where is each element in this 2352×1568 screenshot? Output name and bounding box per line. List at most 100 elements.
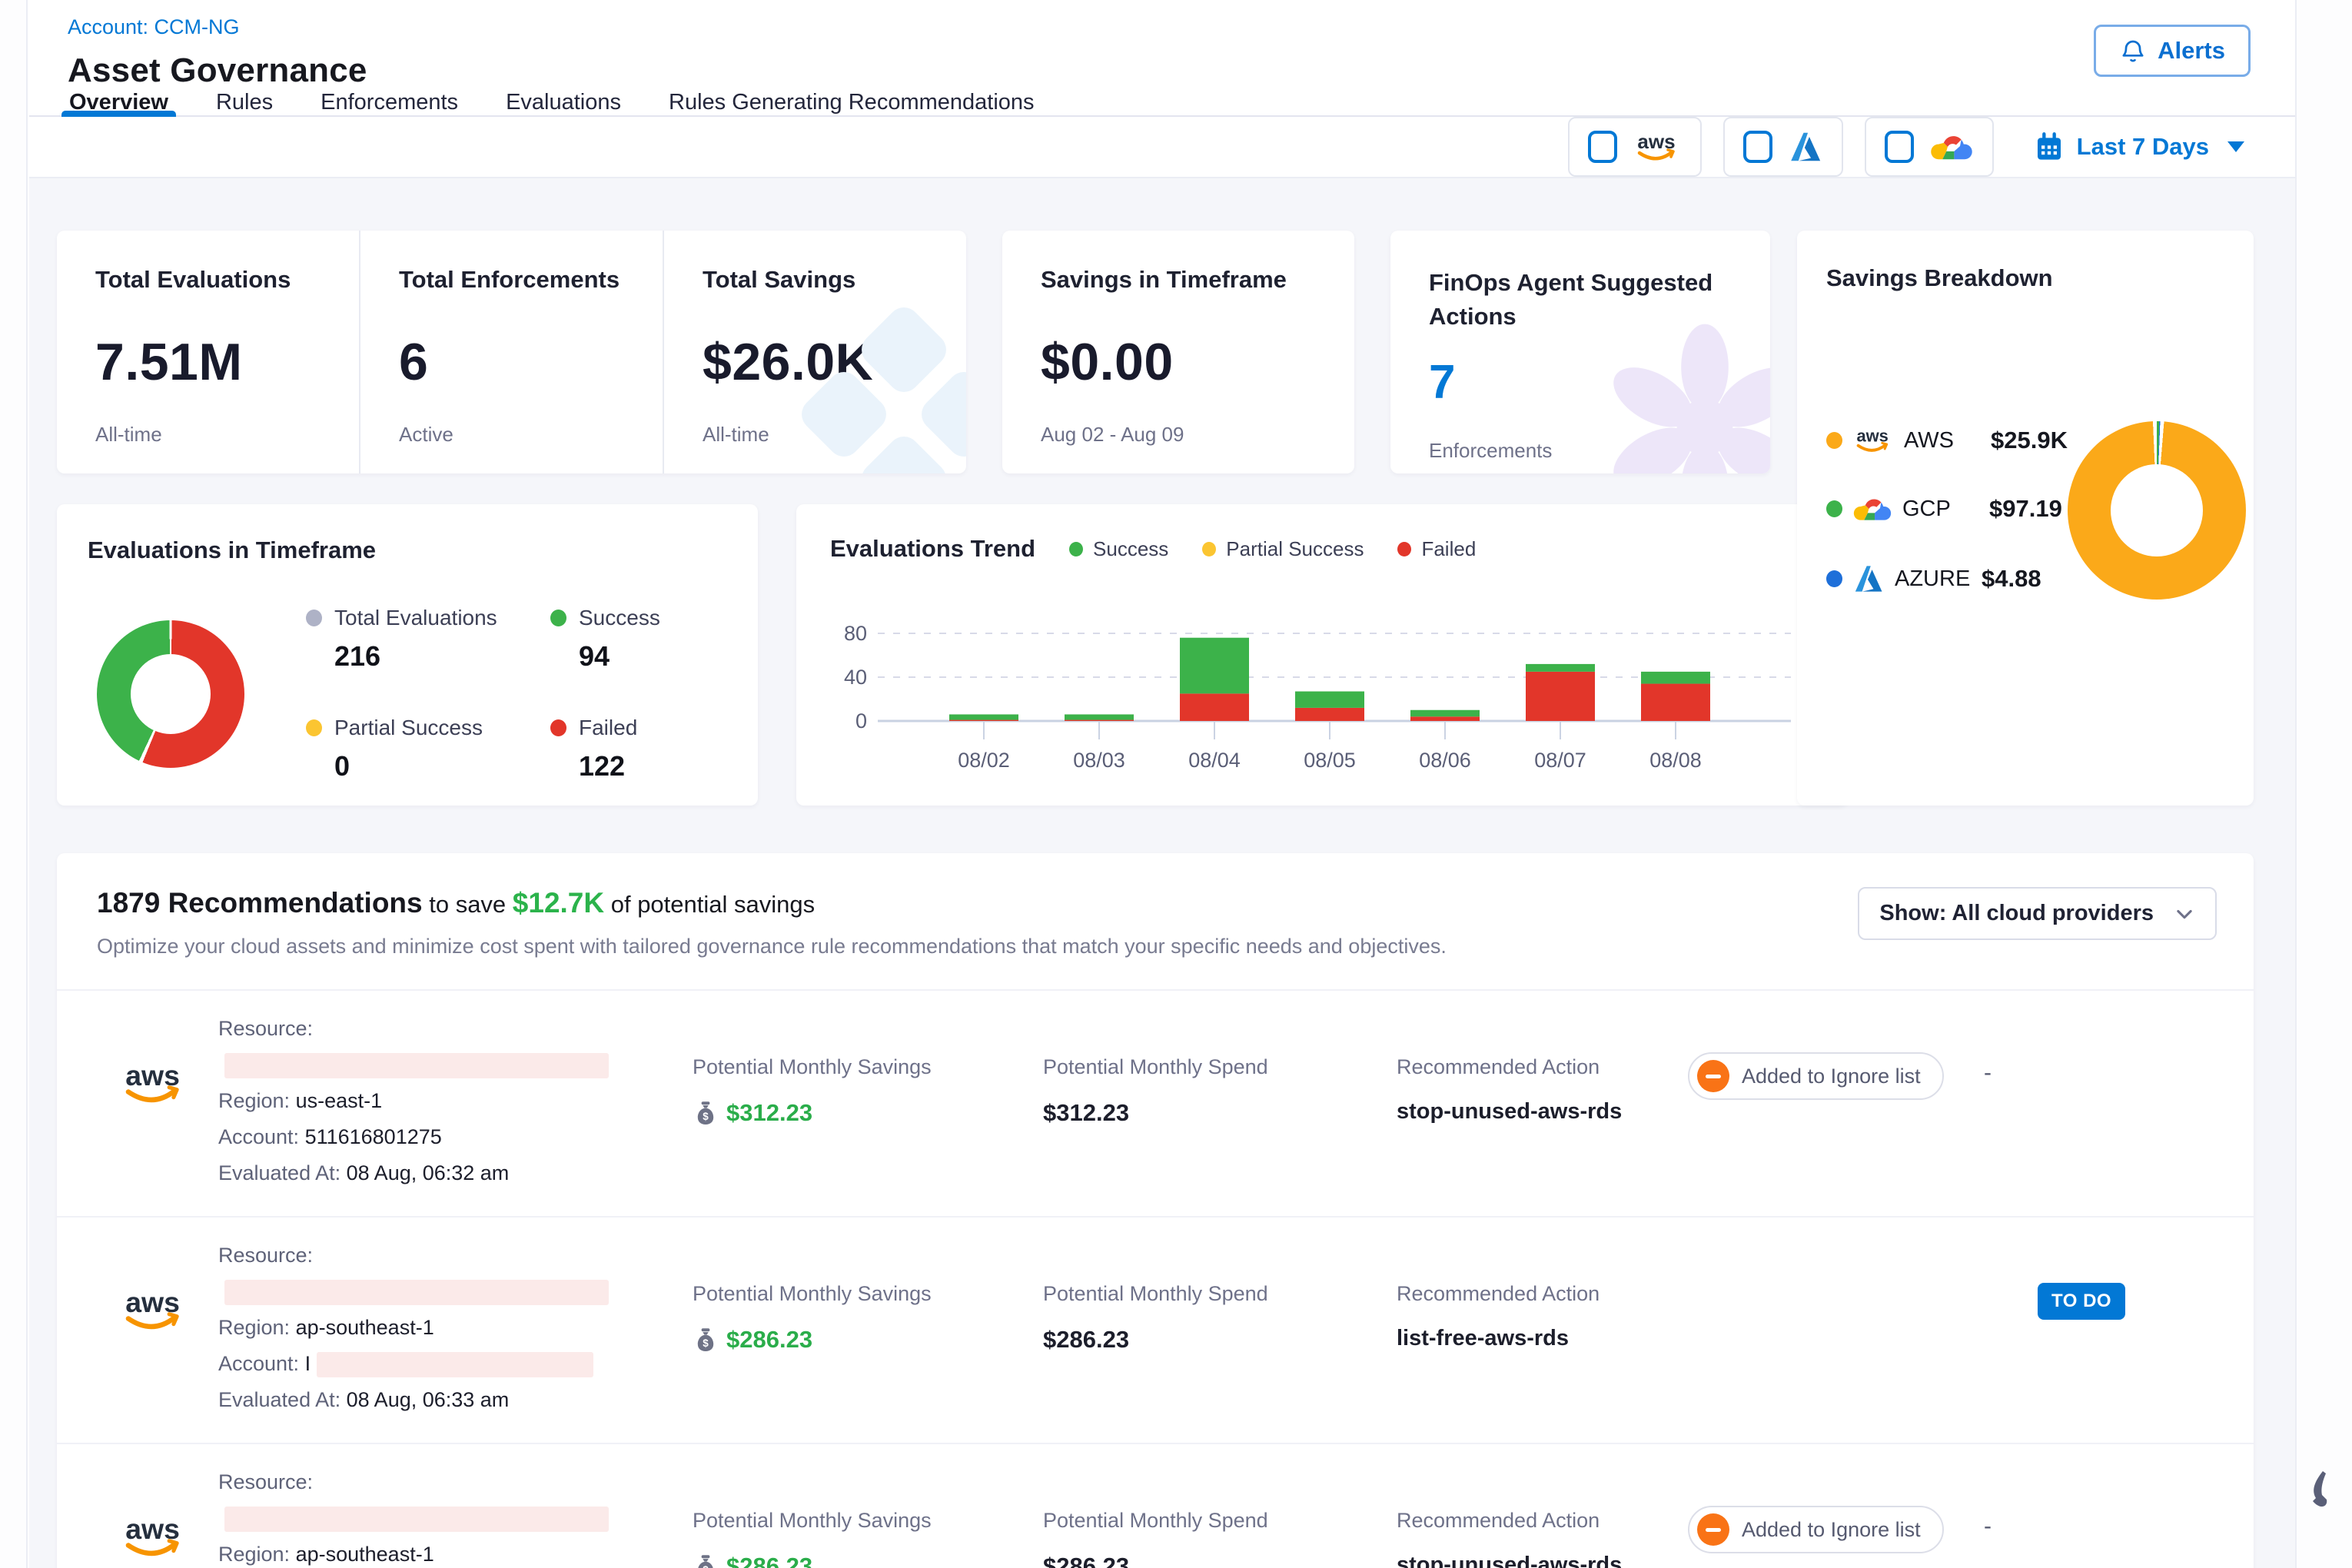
redacted-resource xyxy=(224,1507,609,1532)
column-header: Potential Monthly Spend xyxy=(1043,1055,1397,1079)
moneybag-icon: $ xyxy=(693,1553,719,1568)
provider-filter-gcp[interactable] xyxy=(1865,117,1994,177)
resource-info-cell: Resource: Region: ap-southeast-1 Account… xyxy=(218,1464,693,1568)
trend-legend: SuccessPartial SuccessFailed xyxy=(1069,537,1476,561)
svg-text:08/06: 08/06 xyxy=(1419,749,1471,772)
ignore-list-badge[interactable]: Added to Ignore list xyxy=(1688,1506,1944,1553)
finops-agent-card: FinOps Agent Suggested Actions 7 Enforce… xyxy=(1390,231,1770,473)
tab-rules[interactable]: Rules xyxy=(216,90,273,115)
breakdown-item-azure: AZURE$4.88 xyxy=(1826,563,2068,595)
stat-total-enforcements: Total Enforcements 6 Active xyxy=(359,231,663,473)
extra-cell: TO DO xyxy=(1984,1237,2254,1418)
savings-value: $$286.23 xyxy=(693,1326,1043,1354)
azure-logo xyxy=(1852,563,1885,595)
provider-savings: $25.9K xyxy=(1991,427,2068,454)
savings-in-timeframe-card: Savings in Timeframe $0.00 Aug 02 - Aug … xyxy=(1002,231,1354,473)
legend-item-partial-success: Partial Success0 xyxy=(306,716,550,782)
legend-item-failed: Failed122 xyxy=(550,716,727,782)
charts-row: Evaluations in Timeframe Total Evaluatio… xyxy=(57,504,1756,806)
monthly-savings-cell: Potential Monthly Savings $$286.23 xyxy=(693,1237,1043,1418)
date-range-picker[interactable]: Last 7 Days xyxy=(2034,131,2244,162)
svg-text:08/07: 08/07 xyxy=(1534,749,1586,772)
resource-info-cell: Resource: Region: ap-southeast-1 Account… xyxy=(218,1237,693,1418)
aws-logo: aws xyxy=(118,1058,189,1108)
stat-value: 7 xyxy=(1429,355,1755,410)
tab-overview[interactable]: Overview xyxy=(69,90,168,115)
stat-caption: Active xyxy=(399,423,647,447)
legend-label: Failed xyxy=(579,716,637,740)
gcp-checkbox[interactable] xyxy=(1885,131,1914,163)
trend-bar-chart: 8040008/0208/0308/0408/0508/0608/0708/08 xyxy=(830,592,1814,788)
chevron-down-icon xyxy=(2174,903,2195,925)
monthly-spend-cell: Potential Monthly Spend $312.23 xyxy=(1043,1011,1397,1191)
column-header: Potential Monthly Savings xyxy=(693,1509,1043,1533)
svg-text:08/02: 08/02 xyxy=(958,749,1010,772)
provider-logo-cell: aws xyxy=(118,1464,218,1568)
ignore-list-badge[interactable]: Added to Ignore list xyxy=(1688,1052,1944,1100)
legend-dot xyxy=(306,719,322,736)
extra-cell: - xyxy=(1984,1464,2254,1568)
azure-checkbox[interactable] xyxy=(1743,131,1772,163)
status-cell: Added to Ignore list xyxy=(1688,1011,1984,1191)
table-row[interactable]: aws Resource: Region: ap-southeast-1 Acc… xyxy=(57,1443,2254,1568)
page-title: Asset Governance xyxy=(68,51,367,90)
provider-filters: aws xyxy=(1568,117,1994,177)
evaluations-trend-card: Evaluations Trend SuccessPartial Success… xyxy=(796,504,1848,806)
resource-line: Resource: xyxy=(218,1464,693,1536)
ignore-label: Added to Ignore list xyxy=(1742,1065,1921,1088)
provider-logo-cell: aws xyxy=(118,1011,218,1191)
tab-rules-generating-recommendations[interactable]: Rules Generating Recommendations xyxy=(669,90,1035,115)
provider-filter-azure[interactable] xyxy=(1723,117,1843,177)
svg-text:0: 0 xyxy=(855,709,867,733)
aws-checkbox[interactable] xyxy=(1588,131,1617,163)
extra-cell: - xyxy=(1984,1011,2254,1191)
provider-logo-cell: aws xyxy=(118,1237,218,1418)
region-line: Region: us-east-1 xyxy=(218,1083,693,1119)
trend-legend-success: Success xyxy=(1069,537,1168,561)
alerts-button[interactable]: Alerts xyxy=(2094,25,2251,77)
bell-icon xyxy=(2119,37,2147,65)
redacted-resource xyxy=(224,1280,609,1305)
todo-badge[interactable]: TO DO xyxy=(2038,1283,2125,1320)
column-header: Recommended Action xyxy=(1397,1282,1688,1306)
savings-donut-chart xyxy=(2068,421,2246,600)
status-cell xyxy=(1688,1237,1984,1418)
legend-value: 0 xyxy=(334,750,550,782)
stat-title: Savings in Timeframe xyxy=(1041,266,1339,294)
recommendation-rows: aws Resource: Region: us-east-1 Account:… xyxy=(57,989,2254,1568)
moneybag-icon: $ xyxy=(693,1327,719,1353)
breakdown-item-gcp: GCP$97.19 xyxy=(1826,493,2068,524)
savings-breakdown-card: Savings Breakdown awsAWS$25.9KGCP$97.19A… xyxy=(1797,231,2254,806)
stat-cards-row: Total Evaluations 7.51M All-time Total E… xyxy=(57,231,1756,473)
recommended-action-cell: Recommended Action stop-unused-aws-rds xyxy=(1397,1464,1688,1568)
tab-evaluations[interactable]: Evaluations xyxy=(506,90,621,115)
table-row[interactable]: aws Resource: Region: us-east-1 Account:… xyxy=(57,989,2254,1216)
account-line: Account: 511616801275 xyxy=(218,1119,693,1155)
empty-value-dash: - xyxy=(1984,1513,1992,1539)
monthly-savings-cell: Potential Monthly Savings $$286.23 xyxy=(693,1464,1043,1568)
trend-header: Evaluations Trend SuccessPartial Success… xyxy=(830,535,1814,563)
provider-savings: $4.88 xyxy=(1982,565,2041,593)
right-rail xyxy=(2295,0,2352,1568)
region-line: Region: ap-southeast-1 xyxy=(218,1310,693,1346)
column-header: Potential Monthly Savings xyxy=(693,1282,1043,1306)
provider-filter-aws[interactable]: aws xyxy=(1568,117,1702,177)
svg-text:08/04: 08/04 xyxy=(1188,749,1241,772)
header-left: Account: CCM-NG Asset Governance xyxy=(68,15,367,90)
recommendations-panel: 1879 Recommendations to save $12.7K of p… xyxy=(57,853,2254,1568)
legend-item-total-evaluations: Total Evaluations216 xyxy=(306,606,550,673)
aws-logo: aws xyxy=(1852,426,1894,455)
stat-title: Total Enforcements xyxy=(399,266,647,294)
cloud-provider-filter-dropdown[interactable]: Show: All cloud providers xyxy=(1858,887,2217,940)
tab-enforcements[interactable]: Enforcements xyxy=(321,90,458,115)
region-line: Region: ap-southeast-1 xyxy=(218,1536,693,1568)
stat-value: $0.00 xyxy=(1041,332,1339,392)
legend-label: Failed xyxy=(1421,537,1476,561)
gcp-logo xyxy=(1929,130,1974,164)
account-breadcrumb[interactable]: Account: CCM-NG xyxy=(68,15,240,38)
card-title: Evaluations Trend xyxy=(830,535,1035,563)
stat-value: $26.0K xyxy=(703,332,951,392)
monthly-savings-cell: Potential Monthly Savings $$312.23 xyxy=(693,1011,1043,1191)
title-join: of potential savings xyxy=(604,891,815,918)
table-row[interactable]: aws Resource: Region: ap-southeast-1 Acc… xyxy=(57,1216,2254,1443)
